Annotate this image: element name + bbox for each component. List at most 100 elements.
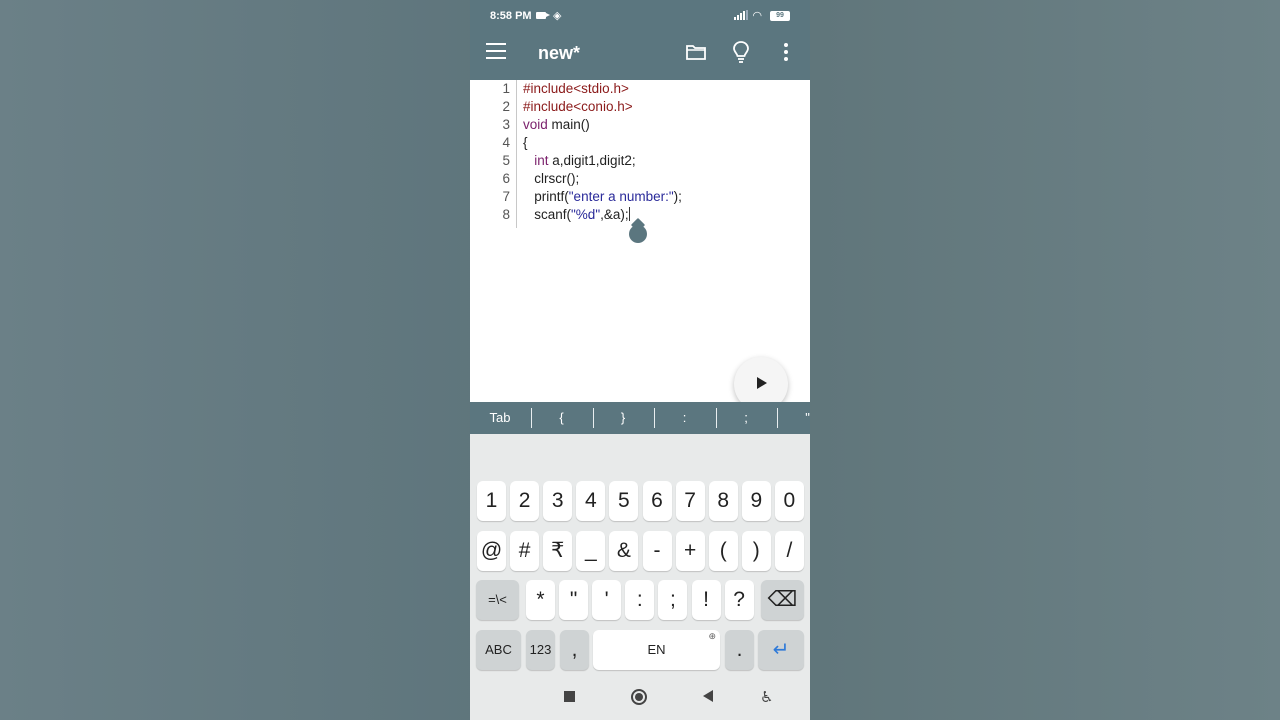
key[interactable]: 0 [774, 481, 804, 521]
code-token: scanf( [523, 207, 572, 222]
key-label: 0 [783, 489, 796, 512]
code-text: void main() [523, 116, 590, 134]
key-label: 3 [551, 489, 564, 512]
line-number: 4 [502, 135, 510, 150]
symbols-toggle-key[interactable]: =\< [476, 580, 519, 620]
key[interactable]: ' [592, 580, 622, 620]
code-token: ); [673, 189, 682, 204]
key-label: ) [752, 539, 760, 562]
comma-key[interactable]: , [560, 630, 589, 670]
key[interactable]: @ [477, 531, 506, 571]
key[interactable]: 4 [576, 481, 606, 521]
code-token: a,digit1,digit2; [548, 153, 636, 168]
enter-key[interactable]: ↵ [758, 630, 804, 670]
space-key[interactable]: EN ⊕ [593, 630, 720, 670]
folder-icon[interactable] [686, 45, 706, 60]
symbol-tab-button[interactable]: Tab [470, 402, 530, 434]
line-number: 1 [502, 81, 510, 96]
code-token: "%d" [571, 207, 601, 222]
back-icon[interactable] [703, 690, 713, 702]
key[interactable]: 9 [741, 481, 771, 521]
key[interactable]: 6 [642, 481, 672, 521]
phone-screen: 8:58 PM ◈ ◠ 99 new* 1 #include<stdio.h> 2 #… [470, 0, 810, 720]
key-label: @ [480, 539, 503, 562]
code-token: #include<stdio.h> [523, 81, 629, 96]
menu-icon[interactable] [486, 43, 506, 59]
code-token: clrscr(); [523, 171, 580, 186]
key[interactable]: 2 [510, 481, 540, 521]
key-label: _ [584, 539, 597, 562]
code-text: #include<stdio.h> [523, 80, 629, 98]
more-vert-icon[interactable] [782, 43, 790, 61]
home-icon[interactable] [631, 689, 647, 705]
key[interactable]: 7 [675, 481, 705, 521]
key[interactable]: * [526, 580, 555, 620]
numbers-key[interactable]: 123 [526, 630, 555, 670]
key-label: - [653, 539, 661, 562]
symbol-divider [592, 408, 594, 428]
key-label: ? [733, 588, 745, 611]
numbers-key-label: 123 [529, 642, 552, 657]
line-number: 3 [502, 117, 510, 132]
code-text: scanf("%d",&a); [523, 206, 630, 224]
key[interactable]: 1 [477, 481, 506, 521]
line-number: 5 [502, 153, 510, 168]
key[interactable]: ; [658, 580, 688, 620]
line-number: 7 [502, 189, 510, 204]
lightbulb-icon[interactable] [733, 41, 749, 63]
recent-apps-icon[interactable] [564, 691, 575, 702]
line-number: 6 [502, 171, 510, 186]
signal-icon [734, 10, 748, 20]
code-token: void [523, 117, 548, 132]
key[interactable]: ? [724, 580, 754, 620]
key-label: 7 [684, 489, 696, 512]
symbol-button[interactable]: ; [716, 402, 776, 434]
key[interactable]: ( [708, 531, 738, 571]
abc-key[interactable]: ABC [476, 630, 521, 670]
code-text: { [523, 134, 528, 152]
period-key[interactable]: . [725, 630, 754, 670]
key[interactable]: " [559, 580, 589, 620]
accessibility-icon[interactable]: ♿ [760, 688, 773, 706]
key[interactable]: / [774, 531, 804, 571]
key[interactable]: ₹ [543, 531, 573, 571]
key-label: ₹ [551, 539, 565, 562]
symbol-divider [654, 408, 655, 428]
key[interactable]: ) [741, 531, 771, 571]
key[interactable]: # [510, 531, 540, 571]
key[interactable]: ! [691, 580, 721, 620]
key-label: " [569, 588, 578, 611]
key[interactable]: + [675, 531, 705, 571]
code-text: #include<conio.h> [523, 98, 633, 116]
symbol-button[interactable]: } [593, 402, 653, 434]
key[interactable]: - [642, 531, 672, 571]
key[interactable]: & [609, 531, 639, 571]
key-label: 4 [584, 489, 597, 512]
code-text: printf("enter a number:"); [523, 188, 682, 206]
key[interactable]: _ [576, 531, 606, 571]
key[interactable]: : [625, 580, 655, 620]
key-label: ! [703, 588, 709, 611]
key-label: 5 [618, 489, 630, 512]
app-bar: new* [470, 26, 810, 80]
key-label: # [518, 539, 531, 562]
code-token: ,&a); [600, 207, 629, 222]
status-time: 8:58 PM [490, 10, 532, 22]
key-label: 2 [518, 489, 531, 512]
backspace-key[interactable]: ⌫ [761, 580, 804, 620]
key[interactable]: 5 [609, 481, 639, 521]
key[interactable]: 8 [708, 481, 738, 521]
key-label: 9 [750, 489, 763, 512]
layers-icon: ◈ [553, 10, 562, 22]
cursor-handle[interactable] [629, 225, 647, 243]
key-label: 8 [717, 489, 730, 512]
enter-key-label: ↵ [772, 639, 790, 661]
symbol-button[interactable]: : [655, 402, 715, 434]
code-token: #include<conio.h> [523, 99, 633, 114]
code-editor[interactable]: 1 #include<stdio.h> 2 #include<conio.h> 3 voi… [470, 80, 810, 411]
key-label: * [536, 588, 545, 611]
symbol-button[interactable]: { [532, 402, 592, 434]
key[interactable]: 3 [543, 481, 573, 521]
backspace-key-label: ⌫ [767, 588, 798, 611]
symbol-button[interactable]: " [778, 402, 811, 434]
